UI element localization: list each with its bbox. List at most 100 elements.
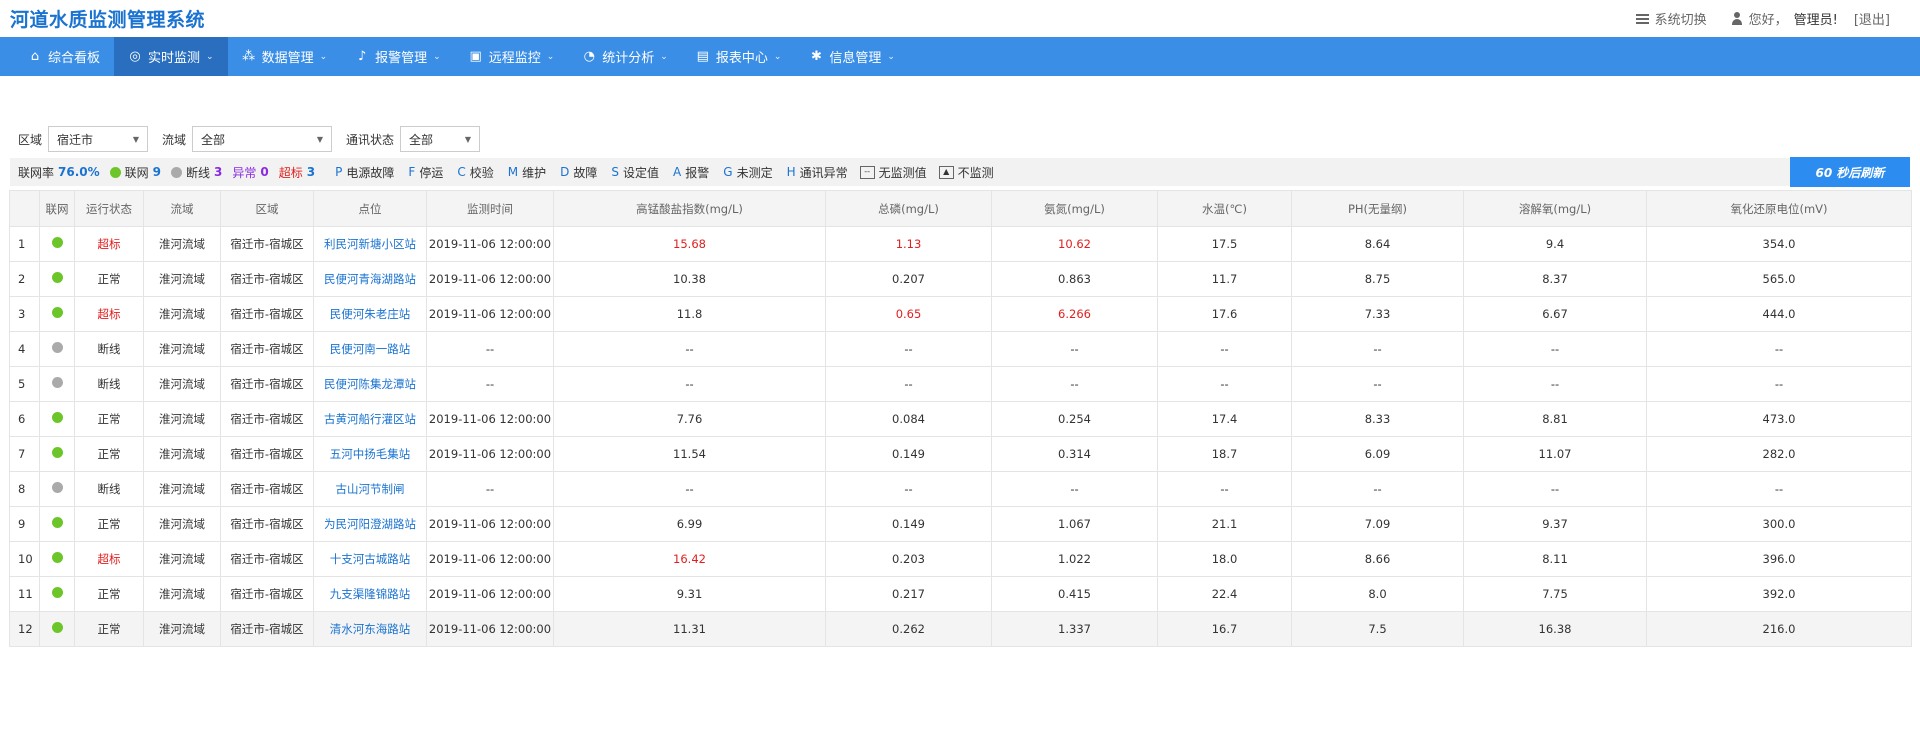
table-row[interactable]: 5 断线 淮河流域 宿迁市-宿城区 民便河陈集龙潭站 -- -- -- -- -- -- -- --: [9, 366, 1912, 402]
basin-cell: 淮河流域: [143, 401, 221, 437]
region-cell: 宿迁市-宿城区: [220, 611, 314, 647]
region-cell: 宿迁市-宿城区: [220, 366, 314, 402]
metric-value: 6.266: [991, 296, 1158, 332]
online-cell: [39, 541, 75, 577]
nav-item-label: 报警管理: [375, 51, 428, 66]
column-header: 运行状态: [74, 190, 144, 227]
nav-item-label: 报表中心: [715, 51, 768, 66]
table-body: 1 超标 淮河流域 宿迁市-宿城区 利民河新塘小区站 2019-11-06 12:00:0…: [9, 226, 1912, 647]
metric-value: 16.38: [1463, 611, 1647, 647]
user-name: 管理员!: [1793, 13, 1838, 28]
basin-cell: 淮河流域: [143, 436, 221, 472]
metric-value: 1.13: [825, 226, 992, 262]
logout-link[interactable]: [退出]: [1854, 9, 1890, 28]
nav-item-3[interactable]: ⁂ 数据管理 ⌄: [228, 37, 342, 76]
monitor-time: 2019-11-06 12:00:00: [426, 401, 554, 437]
nav-item-1[interactable]: ⌂ 综合看板: [14, 37, 114, 76]
offline-dot-icon: [171, 166, 183, 178]
metric-value: 9.4: [1463, 226, 1647, 262]
basin-select[interactable]: 全部 ▼: [192, 126, 333, 152]
column-header: 总磷(mg/L): [825, 190, 992, 227]
online-rate-label: 联网率: [18, 165, 55, 180]
row-index: 5: [9, 366, 40, 402]
app-title: 河道水质监测管理系统: [10, 9, 206, 31]
table-row[interactable]: 7 正常 淮河流域 宿迁市-宿城区 五河中扬毛集站 2019-11-06 12:00:00…: [9, 436, 1912, 472]
site-link[interactable]: 五河中扬毛集站: [313, 436, 427, 472]
status-code-legend: P 电源故障 F 停运 C 校验 M 维护 D 故障 S 设定值 A 报警 G 未测定 H 通讯异常: [325, 164, 847, 181]
metric-value: 0.084: [825, 401, 992, 437]
column-header: [9, 190, 40, 227]
table-row[interactable]: 10 超标 淮河流域 宿迁市-宿城区 十支河古城路站 2019-11-06 12:00:0…: [9, 541, 1912, 577]
region-cell: 宿迁市-宿城区: [220, 401, 314, 437]
site-link[interactable]: 民便河朱老庄站: [313, 296, 427, 332]
metric-value: --: [1157, 471, 1292, 507]
site-link[interactable]: 古山河节制闸: [313, 471, 427, 507]
status-code-desc: 未测定: [736, 165, 773, 180]
run-status: 正常: [74, 436, 144, 472]
comm-status-select[interactable]: 全部 ▼: [400, 126, 481, 152]
metric-value: 444.0: [1646, 296, 1912, 332]
nav-item-7[interactable]: ▤ 报表中心 ⌄: [682, 37, 796, 76]
comm-status-label: 通讯状态: [346, 132, 395, 147]
site-link[interactable]: 古黄河船行灌区站: [313, 401, 427, 437]
nav-item-8[interactable]: ✱ 信息管理 ⌄: [795, 37, 909, 76]
online-cell: [39, 576, 75, 612]
chevron-down-icon: ▼: [316, 134, 324, 144]
system-switch-button[interactable]: 系统切换: [1635, 9, 1707, 28]
table-row[interactable]: 2 正常 淮河流域 宿迁市-宿城区 民便河青海湖路站 2019-11-06 12:00:0…: [9, 261, 1912, 297]
run-status: 超标: [74, 296, 144, 332]
column-header: 溶解氧(mg/L): [1463, 190, 1647, 227]
main-nav: ⌂ 综合看板 ◎ 实时监测 ⌄ ⁂ 数据管理 ⌄ ♪ 报警管理 ⌄ ▣ 远程监控 ⌄ ◔ 统计分析 ⌄ ▤ 报表中心…: [0, 37, 1920, 76]
table-row[interactable]: 11 正常 淮河流域 宿迁市-宿城区 九支渠隆锦路站 2019-11-06 12:00:0…: [9, 576, 1912, 612]
table-row[interactable]: 3 超标 淮河流域 宿迁市-宿城区 民便河朱老庄站 2019-11-06 12:00:00…: [9, 296, 1912, 332]
table-row[interactable]: 9 正常 淮河流域 宿迁市-宿城区 为民河阳澄湖路站 2019-11-06 12:00:0…: [9, 506, 1912, 542]
refresh-button[interactable]: 60 秒后刷新: [1790, 157, 1910, 187]
status-code-letter: S: [611, 165, 620, 179]
column-header: 氧化还原电位(mV): [1646, 190, 1912, 227]
site-link[interactable]: 清水河东海路站: [313, 611, 427, 647]
site-link[interactable]: 十支河古城路站: [313, 541, 427, 577]
nav-item-5[interactable]: ▣ 远程监控 ⌄: [455, 37, 569, 76]
metric-value: 16.7: [1157, 611, 1292, 647]
table-row[interactable]: 12 正常 淮河流域 宿迁市-宿城区 清水河东海路站 2019-11-06 12:00:0…: [9, 611, 1912, 647]
basin-cell: 淮河流域: [143, 261, 221, 297]
online-dot-icon: [51, 272, 63, 283]
monitor-icon: ▣: [469, 49, 482, 64]
row-index: 4: [9, 331, 40, 367]
monitor-time: --: [426, 331, 554, 367]
nav-item-6[interactable]: ◔ 统计分析 ⌄: [568, 37, 682, 76]
metric-value: 8.37: [1463, 261, 1647, 297]
metric-value: 1.337: [991, 611, 1158, 647]
status-code-desc: 设定值: [623, 165, 660, 180]
site-link[interactable]: 九支渠隆锦路站: [313, 576, 427, 612]
offline-count: 3: [214, 165, 223, 179]
metric-value: 11.54: [553, 436, 826, 472]
table-row[interactable]: 4 断线 淮河流域 宿迁市-宿城区 民便河南一路站 -- -- -- -- -- -- -- --: [9, 331, 1912, 367]
nav-item-4[interactable]: ♪ 报警管理 ⌄: [341, 37, 455, 76]
site-link[interactable]: 为民河阳澄湖路站: [313, 506, 427, 542]
row-index: 7: [9, 436, 40, 472]
chevron-down-icon: ⌄: [319, 51, 328, 62]
status-code-letter: G: [723, 165, 733, 179]
metric-value: 565.0: [1646, 261, 1912, 297]
site-link[interactable]: 民便河陈集龙潭站: [313, 366, 427, 402]
table-row[interactable]: 8 断线 淮河流域 宿迁市-宿城区 古山河节制闸 -- -- -- -- -- -- -- --: [9, 471, 1912, 507]
online-cell: [39, 506, 75, 542]
metric-value: --: [1463, 471, 1647, 507]
region-select[interactable]: 宿迁市 ▼: [48, 126, 149, 152]
site-link[interactable]: 利民河新塘小区站: [313, 226, 427, 262]
metric-value: 11.07: [1463, 436, 1647, 472]
online-dot-icon: [109, 166, 121, 178]
table-row[interactable]: 6 正常 淮河流域 宿迁市-宿城区 古黄河船行灌区站 2019-11-06 12:00:0…: [9, 401, 1912, 437]
user-icon: [1731, 12, 1743, 25]
site-link[interactable]: 民便河青海湖路站: [313, 261, 427, 297]
online-cell: [39, 331, 75, 367]
table-row[interactable]: 1 超标 淮河流域 宿迁市-宿城区 利民河新塘小区站 2019-11-06 12:00:0…: [9, 226, 1912, 262]
nav-item-2[interactable]: ◎ 实时监测 ⌄: [114, 37, 228, 76]
metric-value: 0.65: [825, 296, 992, 332]
site-link[interactable]: 民便河南一路站: [313, 331, 427, 367]
metric-value: 1.022: [991, 541, 1158, 577]
basin-cell: 淮河流域: [143, 471, 221, 507]
column-header: 区域: [220, 190, 314, 227]
run-status: 正常: [74, 261, 144, 297]
